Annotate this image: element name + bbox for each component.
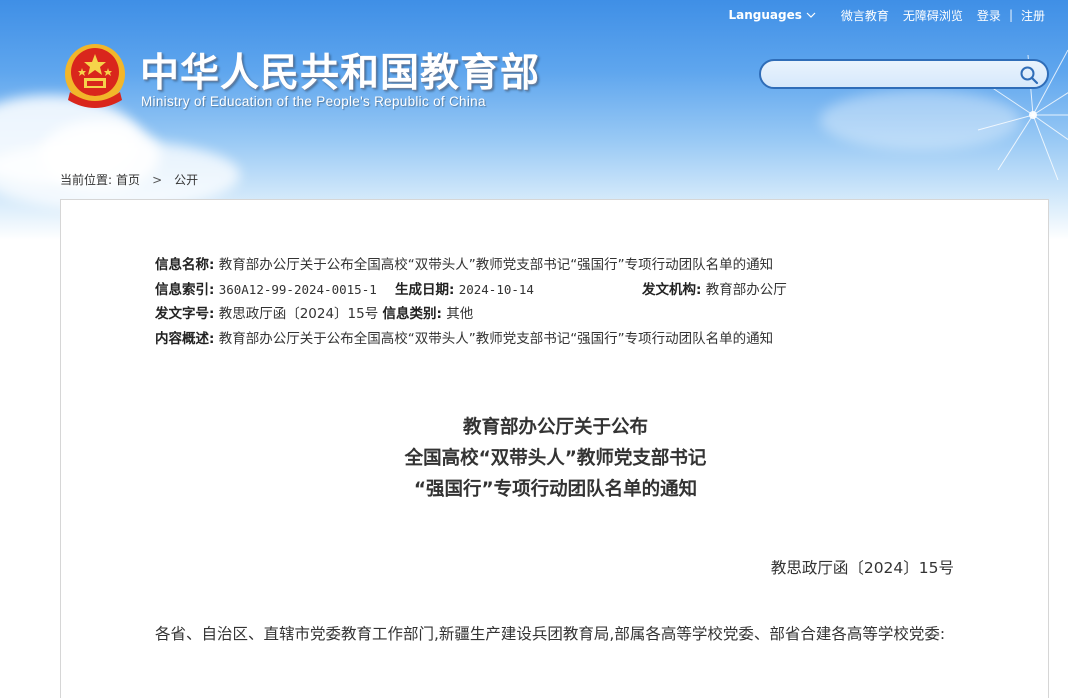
content-card: 信息名称: 教育部办公厅关于公布全国高校“双带头人”教师党支部书记“强国行”专项… [60,199,1049,698]
search-icon[interactable] [1019,65,1039,85]
weibo-link[interactable]: 微言教育 [841,7,889,24]
meta-value: 教育部办公厅关于公布全国高校“双带头人”教师党支部书记“强国行”专项行动团队名单… [218,257,774,273]
languages-menu[interactable]: Languages [729,8,816,22]
breadcrumb: 当前位置: 首页 > 公开 [60,171,198,188]
document-title-line: “强国行”专项行动团队名单的通知 [413,479,698,500]
languages-label: Languages [728,8,802,22]
document-title-line: 教育部办公厅关于公布 [462,417,648,438]
register-link[interactable]: 注册 [1021,7,1045,24]
meta-label: 信息名称: [155,257,215,273]
document-number: 教思政厅函〔2024〕15号 [770,559,954,577]
meta-row-docno: 发文字号: 教思政厅函〔2024〕15号 信息类别: 其他 [155,302,875,327]
meta-value: 360A12-99-2024-0015-1 [218,281,377,297]
breadcrumb-prefix: 当前位置: [60,173,113,187]
chevron-down-icon [806,12,816,18]
site-title[interactable]: 中华人民共和国教育部 [140,42,540,98]
document-title: 教育部办公厅关于公布 全国高校“双带头人”教师党支部书记 “强国行”专项行动团队… [61,412,1050,505]
meta-value: 教育部办公厅关于公布全国高校“双带头人”教师党支部书记“强国行”专项行动团队名单… [218,330,774,347]
accessibility-link[interactable]: 无障碍浏览 [903,7,963,24]
site-subtitle: Ministry of Education of the People's Re… [141,94,486,109]
divider: | [1008,8,1013,22]
info-meta-table: 信息名称: 教育部办公厅关于公布全国高校“双带头人”教师党支部书记“强国行”专项… [155,253,875,351]
meta-label: 生成日期: [395,281,455,298]
meta-label: 发文机构: [642,281,702,298]
search-input[interactable] [773,65,1013,85]
breadcrumb-current-link[interactable]: 公开 [174,171,198,188]
document-body-paragraph: 各省、自治区、直辖市党委教育工作部门,新疆生产建设兵团教育局,部属各高等学校党委… [155,625,946,643]
meta-row-index: 信息索引: 360A12-99-2024-0015-1 生成日期: 2024-1… [155,278,875,303]
top-utility-bar: Languages 微言教育 无障碍浏览 登录 | 注册 [729,6,1053,24]
meta-row-name: 信息名称: 教育部办公厅关于公布全国高校“双带头人”教师党支部书记“强国行”专项… [155,253,875,278]
meta-row-summary: 内容概述: 教育部办公厅关于公布全国高校“双带头人”教师党支部书记“强国行”专项… [155,327,875,352]
chevron-right-icon: > [152,172,163,187]
meta-value: 教思政厅函〔2024〕15号 [218,306,379,322]
search-box [759,59,1049,89]
national-emblem-icon[interactable] [60,40,130,112]
meta-value: 2024-10-14 [458,281,534,297]
login-link[interactable]: 登录 [977,7,1001,24]
meta-label: 信息类别: [382,306,442,322]
meta-value: 教育部办公厅 [705,281,787,298]
meta-label: 内容概述: [155,330,215,347]
meta-label: 信息索引: [155,281,215,298]
document-title-line: 全国高校“双带头人”教师党支部书记 [404,448,707,469]
meta-value: 其他 [446,306,474,322]
breadcrumb-home-link[interactable]: 首页 [116,171,140,188]
meta-label: 发文字号: [155,306,215,322]
